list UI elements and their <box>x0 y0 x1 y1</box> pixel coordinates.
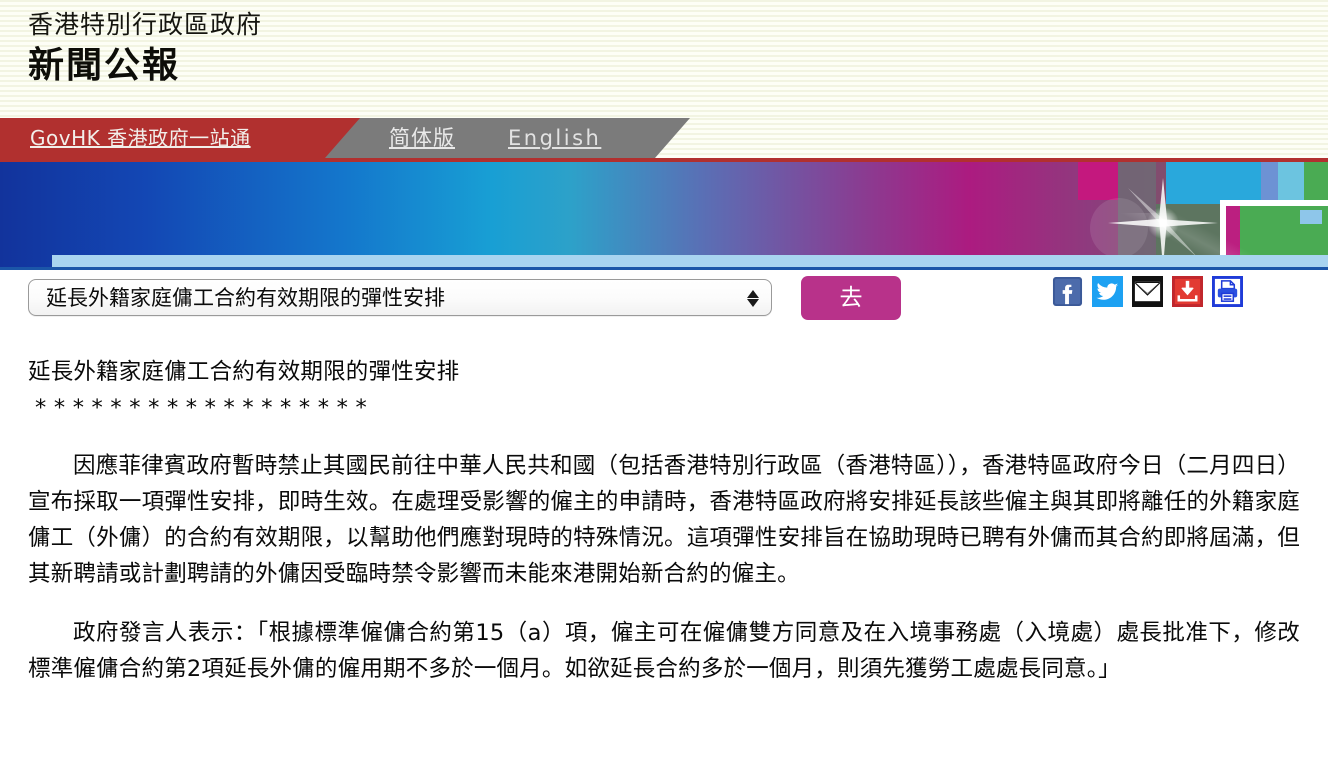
chevron-updown-icon[interactable] <box>747 280 759 317</box>
email-icon[interactable] <box>1132 276 1163 307</box>
language-simplified-chinese-link[interactable]: 简体版 <box>389 118 455 158</box>
print-icon[interactable] <box>1212 276 1243 307</box>
article-headline: 延長外籍家庭傭工合約有效期限的彈性安排 <box>28 359 460 385</box>
twitter-icon[interactable] <box>1092 276 1123 307</box>
banner-block-blue <box>1261 162 1278 204</box>
story-select-value: 延長外籍家庭傭工合約有效期限的彈性安排 <box>46 286 445 310</box>
govhk-link[interactable]: GovHK 香港政府一站通 <box>30 118 251 158</box>
facebook-icon[interactable] <box>1052 276 1083 307</box>
site-masthead: 香港特別行政區政府 新聞公報 <box>0 0 1328 118</box>
story-select[interactable]: 延長外籍家庭傭工合約有效期限的彈性安排 <box>28 279 772 316</box>
article-body: 延長外籍家庭傭工合約有效期限的彈性安排 ****************** 因… <box>0 354 1328 687</box>
banner-block-green <box>1304 162 1328 204</box>
controls-row: 延長外籍家庭傭工合約有效期限的彈性安排 去 <box>0 270 1328 354</box>
government-nav-bar: GovHK 香港政府一站通 简体版 English <box>0 118 1328 158</box>
download-icon[interactable] <box>1172 276 1203 307</box>
chevron-down-icon <box>747 299 759 307</box>
decorative-banner <box>0 158 1328 270</box>
article-paragraph: 政府發言人表示：「根據標準僱傭合約第15（a）項，僱主可在僱傭雙方同意及在入境事… <box>28 619 1300 682</box>
banner-light-strip <box>52 255 1328 267</box>
social-share-group <box>1052 276 1243 307</box>
go-button[interactable]: 去 <box>801 276 901 320</box>
page-title: 新聞公報 <box>28 45 181 86</box>
language-english-link[interactable]: English <box>508 118 601 158</box>
article-paragraph: 因應菲律賓政府暫時禁止其國民前往中華人民共和國（包括香港特別行政區（香港特區））… <box>28 453 1300 587</box>
masthead-text-block: 香港特別行政區政府 新聞公報 <box>28 8 262 90</box>
banner-bottom-rule <box>0 267 1328 270</box>
government-name: 香港特別行政區政府 <box>28 10 263 39</box>
banner-block-cyan-2 <box>1278 162 1304 204</box>
article-star-divider: ****************** <box>35 395 375 421</box>
banner-top-rule <box>0 158 1328 162</box>
chevron-up-icon <box>747 290 759 298</box>
